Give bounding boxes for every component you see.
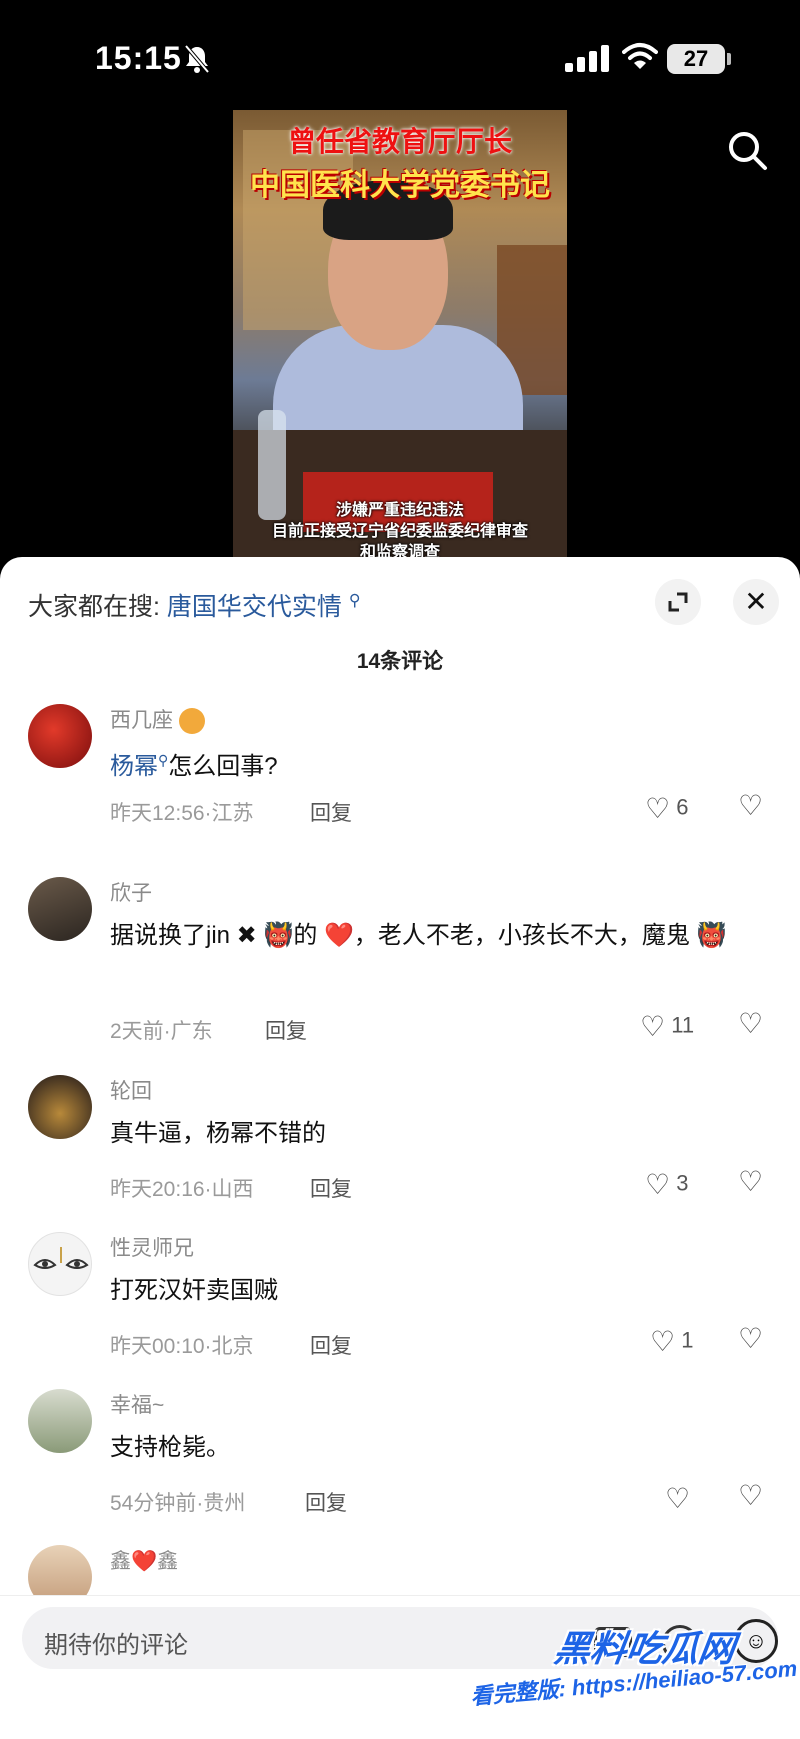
battery-icon: 27 <box>667 44 725 74</box>
hot-search-label: 大家都在搜: <box>28 593 160 621</box>
comment-count: 14条评论 <box>356 650 444 673</box>
like-count: 1 <box>681 1327 694 1353</box>
heart-icon: ♡ <box>665 1483 691 1514</box>
comment-text: 杨幂⚲怎么回事? <box>110 739 770 788</box>
hot-search-link[interactable]: 唐国华交代实情 <box>167 593 342 621</box>
heart-icon: ♡ <box>640 1011 666 1042</box>
comment-body: 怎么回事? <box>168 753 278 780</box>
video-caption: 涉嫌严重违纪违法 目前正接受辽宁省纪委监委纪律审查 和监察调查 <box>233 500 567 560</box>
reply-button[interactable]: 回复 <box>310 797 352 827</box>
comment-time-location: 54分钟前·贵州 <box>110 1492 246 1515</box>
close-button[interactable]: ✕ <box>733 579 779 625</box>
video-player[interactable]: 曾任省教育厅厅长 中国医科大学党委书记 涉嫌严重违纪违法 目前正接受辽宁省纪委监… <box>233 110 567 560</box>
avatar[interactable] <box>28 1389 92 1453</box>
dislike-icon[interactable]: ♡ <box>738 1007 763 1040</box>
like-button[interactable]: ♡ 6 <box>645 792 688 825</box>
comment-text: 打死汉奸卖国贼 <box>110 1277 278 1304</box>
avatar[interactable] <box>28 877 92 941</box>
wifi-icon <box>622 43 658 69</box>
reply-button[interactable]: 回复 <box>310 1173 352 1203</box>
dislike-icon[interactable]: ♡ <box>738 1322 763 1355</box>
expand-icon[interactable] <box>655 579 701 625</box>
comment-username[interactable]: 幸福~ <box>110 1389 164 1419</box>
like-button[interactable]: ♡ 3 <box>645 1168 688 1201</box>
like-button[interactable]: ♡ 1 <box>650 1325 693 1358</box>
comment-input-placeholder: 期待你的评论 <box>44 1632 188 1659</box>
comment-username[interactable]: 欣子 <box>110 877 152 907</box>
comment-username[interactable]: 轮回 <box>110 1075 152 1105</box>
video-caption-line2: 目前正接受辽宁省纪委监委纪律审查 <box>271 523 528 540</box>
lion-badge-icon <box>178 708 205 735</box>
like-count: 3 <box>676 1170 689 1196</box>
eyes-logo-icon <box>33 1247 89 1269</box>
comment-time-location: 昨天12:56·江苏 <box>110 802 254 825</box>
heart-icon: ♡ <box>645 793 671 824</box>
username-text: 西几座 <box>110 709 173 732</box>
comment-text: 支持枪毙。 <box>110 1434 230 1461</box>
avatar[interactable] <box>28 704 92 768</box>
bell-off-icon <box>184 44 210 74</box>
comment-text: 真牛逼，杨幂不错的 <box>110 1120 326 1147</box>
comment-username[interactable]: 西几座 <box>110 704 205 735</box>
search-icon[interactable] <box>725 128 769 172</box>
battery-cap <box>727 53 731 65</box>
like-count: 6 <box>676 794 689 820</box>
comment-username[interactable]: 性灵师兄 <box>110 1232 194 1262</box>
hot-search[interactable]: 大家都在搜: 唐国华交代实情 ⚲ <box>28 587 361 623</box>
mention-link[interactable]: 杨幂 <box>110 753 158 780</box>
reply-button[interactable]: 回复 <box>265 1015 307 1045</box>
search-small-icon: ⚲ <box>348 592 361 610</box>
heart-icon: ♡ <box>650 1326 676 1357</box>
avatar[interactable] <box>28 1075 92 1139</box>
video-caption-line1: 涉嫌严重违纪违法 <box>335 502 464 519</box>
comment-username[interactable]: 鑫❤️鑫 <box>110 1545 178 1575</box>
signal-icon <box>565 44 609 72</box>
video-title-line1: 曾任省教育厅厅长 <box>287 126 512 157</box>
status-bar: 15:15 27 <box>0 0 800 110</box>
dislike-icon[interactable]: ♡ <box>738 1479 763 1512</box>
search-small-icon: ⚲ <box>158 752 169 768</box>
like-count: 11 <box>671 1012 695 1038</box>
like-button[interactable]: ♡ <box>665 1482 690 1515</box>
dislike-icon[interactable]: ♡ <box>738 789 763 822</box>
reply-button[interactable]: 回复 <box>305 1487 347 1517</box>
video-title-line2: 中国医科大学党委书记 <box>250 169 550 202</box>
comment-time-location: 昨天00:10·北京 <box>110 1335 254 1358</box>
status-time: 15:15 <box>95 40 182 76</box>
comment-time-location: 昨天20:16·山西 <box>110 1178 254 1201</box>
dislike-icon[interactable]: ♡ <box>738 1165 763 1198</box>
heart-icon: ♡ <box>645 1169 671 1200</box>
comments-sheet: 大家都在搜: 唐国华交代实情 ⚲ ✕ 14条评论 西几座 杨幂⚲怎么回事? 昨天… <box>0 557 800 1739</box>
reply-button[interactable]: 回复 <box>310 1330 352 1360</box>
comment-time-location: 2天前·广东 <box>110 1020 213 1043</box>
comment-text: 据说换了jin ✖ 👹的 ❤️，老人不老，小孩长不大，魔鬼 👹 <box>110 922 727 949</box>
avatar[interactable] <box>28 1232 92 1296</box>
like-button[interactable]: ♡ 11 <box>640 1010 694 1043</box>
